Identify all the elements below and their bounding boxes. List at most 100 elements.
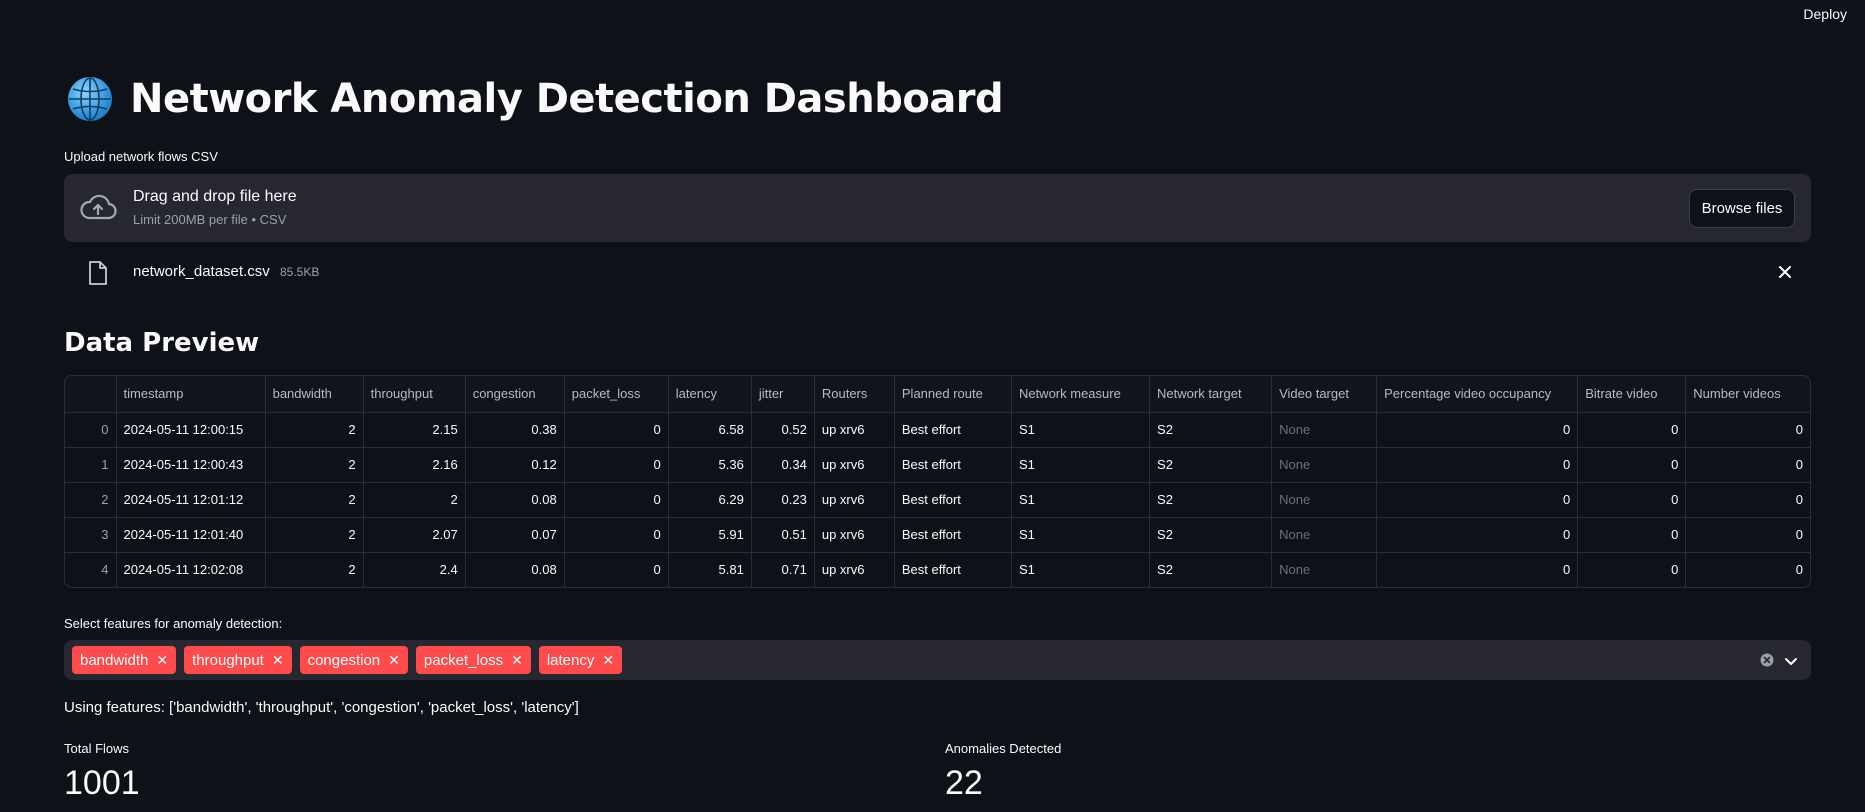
table-cell[interactable]: 0.08 xyxy=(465,482,565,518)
table-cell[interactable]: S1 xyxy=(1011,517,1151,553)
table-cell[interactable]: 0.52 xyxy=(751,412,815,448)
table-cell[interactable]: 2024-05-11 12:00:43 xyxy=(116,447,266,483)
clear-icon[interactable] xyxy=(1759,652,1775,668)
table-cell[interactable]: 0.23 xyxy=(751,482,815,518)
column-header[interactable]: jitter xyxy=(751,376,815,413)
table-cell[interactable]: 0 xyxy=(1376,517,1579,553)
table-cell[interactable]: 2 xyxy=(265,412,364,448)
table-cell[interactable]: S2 xyxy=(1149,412,1273,448)
table-cell[interactable]: 2024-05-11 12:00:15 xyxy=(116,412,266,448)
table-cell[interactable]: None xyxy=(1271,447,1378,483)
column-header[interactable]: Network measure xyxy=(1011,376,1151,413)
browse-files-button[interactable]: Browse files xyxy=(1689,189,1795,228)
data-preview-table[interactable]: timestamp bandwidth throughput congestion pa… xyxy=(64,375,1811,588)
table-cell[interactable]: 0 xyxy=(1685,517,1810,553)
table-cell[interactable]: Best effort xyxy=(894,517,1012,553)
table-cell[interactable]: S1 xyxy=(1011,412,1151,448)
table-cell[interactable]: 0 xyxy=(564,482,669,518)
table-cell[interactable]: S2 xyxy=(1149,517,1273,553)
table-cell[interactable]: 2 xyxy=(265,482,364,518)
column-header[interactable]: Video target xyxy=(1271,376,1378,413)
table-cell[interactable]: 0 xyxy=(1376,447,1579,483)
column-header[interactable] xyxy=(65,376,117,413)
table-cell[interactable]: 0 xyxy=(1686,552,1810,587)
table-cell[interactable]: 0 xyxy=(564,517,669,553)
chip-remove-icon[interactable]: ✕ xyxy=(156,652,168,669)
table-cell[interactable]: 0 xyxy=(1685,412,1810,448)
table-cell[interactable]: Best effort xyxy=(894,447,1012,483)
row-index[interactable]: 4 xyxy=(65,552,117,587)
column-header[interactable]: Percentage video occupancy xyxy=(1376,376,1579,413)
table-cell[interactable]: 2 xyxy=(265,552,364,587)
table-cell[interactable]: 0.51 xyxy=(751,517,815,553)
row-index[interactable]: 2 xyxy=(65,482,117,518)
table-cell[interactable]: up xrv6 xyxy=(814,412,895,448)
table-cell[interactable]: 5.91 xyxy=(668,517,752,553)
table-cell[interactable]: S2 xyxy=(1149,447,1273,483)
table-cell[interactable]: Best effort xyxy=(894,412,1012,448)
features-multiselect[interactable]: bandwidth ✕ throughput ✕ congestion ✕ packet_l… xyxy=(64,640,1811,680)
table-cell[interactable]: up xrv6 xyxy=(814,552,895,587)
column-header[interactable]: Network target xyxy=(1149,376,1273,413)
chip-remove-icon[interactable]: ✕ xyxy=(388,652,400,669)
table-cell[interactable]: 0 xyxy=(1376,552,1579,587)
column-header[interactable]: Routers xyxy=(814,376,895,413)
column-header[interactable]: packet_loss xyxy=(564,376,669,413)
table-cell[interactable]: 0 xyxy=(564,447,669,483)
table-cell[interactable]: 0 xyxy=(1376,412,1579,448)
row-index[interactable]: 3 xyxy=(65,517,117,553)
table-cell[interactable]: 0 xyxy=(1577,552,1687,587)
table-cell[interactable]: S1 xyxy=(1011,447,1151,483)
table-cell[interactable]: 5.36 xyxy=(668,447,752,483)
table-cell[interactable]: 0 xyxy=(564,552,669,587)
table-cell[interactable]: up xrv6 xyxy=(814,517,895,553)
table-cell[interactable]: 2024-05-11 12:01:40 xyxy=(116,517,266,553)
table-cell[interactable]: 0 xyxy=(1577,482,1687,518)
table-cell[interactable]: 0.08 xyxy=(465,552,565,587)
column-header[interactable]: timestamp xyxy=(116,376,266,413)
table-cell[interactable]: up xrv6 xyxy=(814,482,895,518)
table-cell[interactable]: S2 xyxy=(1149,482,1273,518)
file-dropzone[interactable]: Drag and drop file here Limit 200MB per … xyxy=(64,174,1811,242)
close-icon[interactable] xyxy=(1777,264,1793,280)
column-header[interactable]: throughput xyxy=(363,376,466,413)
table-cell[interactable]: 6.58 xyxy=(668,412,752,448)
table-cell[interactable]: 0 xyxy=(1685,482,1810,518)
table-cell[interactable]: S1 xyxy=(1011,552,1151,587)
table-cell[interactable]: 2 xyxy=(265,517,364,553)
table-cell[interactable]: None xyxy=(1271,412,1378,448)
table-cell[interactable]: 0 xyxy=(1577,412,1687,448)
column-header[interactable]: Planned route xyxy=(894,376,1012,413)
table-cell[interactable]: 2.16 xyxy=(363,447,466,483)
table-cell[interactable]: None xyxy=(1271,482,1378,518)
table-cell[interactable]: 2024-05-11 12:02:08 xyxy=(116,552,266,587)
table-cell[interactable]: 2.4 xyxy=(363,552,466,587)
table-cell[interactable]: 0 xyxy=(1577,447,1687,483)
row-index[interactable]: 0 xyxy=(65,412,117,448)
table-cell[interactable]: Best effort xyxy=(894,552,1012,587)
chip-remove-icon[interactable]: ✕ xyxy=(272,652,284,669)
table-cell[interactable]: 0 xyxy=(564,412,669,448)
table-cell[interactable]: 6.29 xyxy=(668,482,752,518)
table-cell[interactable]: 0.38 xyxy=(465,412,565,448)
table-cell[interactable]: 0 xyxy=(1685,447,1810,483)
row-index[interactable]: 1 xyxy=(65,447,117,483)
table-cell[interactable]: 5.81 xyxy=(668,552,752,587)
column-header[interactable]: Bitrate video xyxy=(1577,376,1687,413)
column-header[interactable]: latency xyxy=(668,376,752,413)
table-cell[interactable]: 2024-05-11 12:01:12 xyxy=(116,482,266,518)
chip-remove-icon[interactable]: ✕ xyxy=(511,652,523,669)
table-cell[interactable]: 0.71 xyxy=(751,552,815,587)
table-cell[interactable]: S2 xyxy=(1149,552,1273,587)
table-cell[interactable]: up xrv6 xyxy=(814,447,895,483)
table-cell[interactable]: 0 xyxy=(1376,482,1579,518)
chevron-down-icon[interactable] xyxy=(1783,653,1799,669)
table-cell[interactable]: Best effort xyxy=(894,482,1012,518)
column-header[interactable]: congestion xyxy=(465,376,565,413)
table-cell[interactable]: S1 xyxy=(1011,482,1151,518)
table-cell[interactable]: None xyxy=(1271,552,1378,587)
table-cell[interactable]: 2.07 xyxy=(363,517,466,553)
column-header[interactable]: Number videos xyxy=(1685,376,1810,413)
table-cell[interactable]: 2.15 xyxy=(363,412,466,448)
table-cell[interactable]: 0.07 xyxy=(465,517,565,553)
